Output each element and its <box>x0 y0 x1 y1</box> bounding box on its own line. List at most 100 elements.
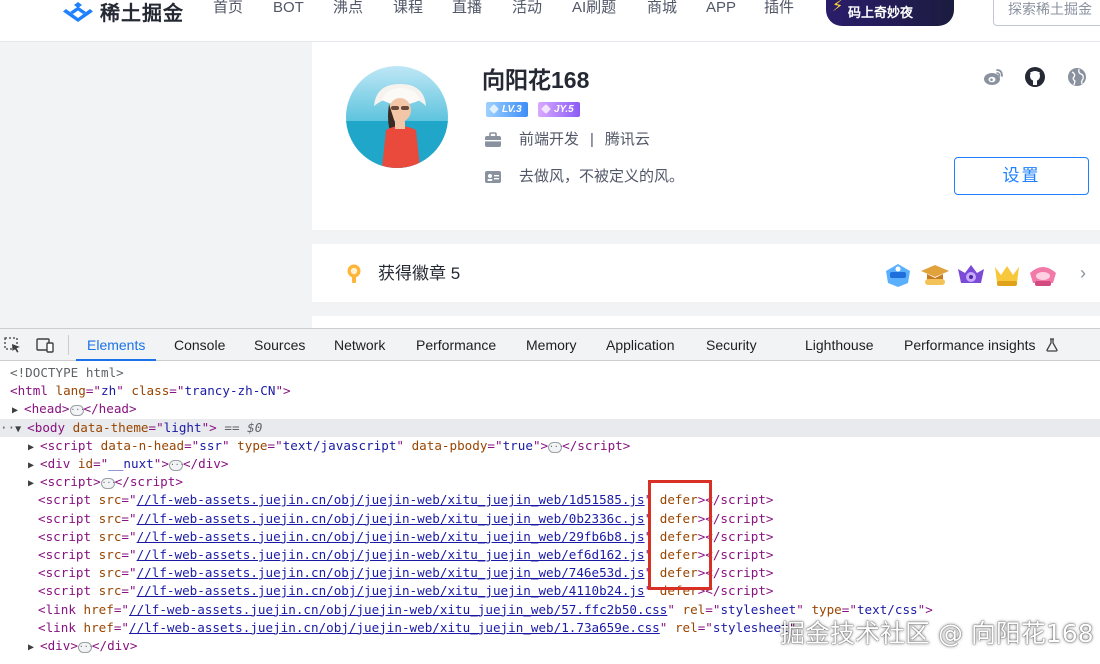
globe-icon[interactable] <box>1066 66 1088 88</box>
defer-attribute: defer <box>659 510 698 526</box>
script-src-node[interactable]: <script src="//lf-web-assets.juejin.cn/o… <box>0 582 1100 600</box>
jy-icon <box>541 104 551 114</box>
search-input[interactable]: 探索稀土掘金 <box>993 0 1100 26</box>
settings-button[interactable]: 设置 <box>954 157 1089 195</box>
body-node-selected[interactable]: ··▼ <body data-theme="light"> == $0 <box>0 418 1100 437</box>
badge-graduation-cap-icon[interactable] <box>919 261 951 289</box>
ellipsis-icon[interactable]: ··· <box>77 642 93 653</box>
nav-item-pins[interactable]: 沸点 <box>333 0 363 19</box>
script-src-node[interactable]: <script src="//lf-web-assets.juejin.cn/o… <box>0 528 1100 546</box>
promo-text: 码上奇妙夜 <box>848 5 914 20</box>
selected-node-marker: == $0 <box>224 419 263 435</box>
nav-item-live[interactable]: 直播 <box>452 0 482 19</box>
nav-item-home[interactable]: 首页 <box>213 0 243 19</box>
nav-item-bot[interactable]: BOT <box>273 0 304 19</box>
github-icon[interactable] <box>1024 66 1046 88</box>
tab-memory[interactable]: Memory <box>526 329 577 361</box>
ellipsis-icon[interactable]: ··· <box>548 441 564 453</box>
badges-card[interactable]: 获得徽章 5 › <box>312 244 1100 302</box>
script-src-link[interactable]: //lf-web-assets.juejin.cn/obj/juejin-web… <box>137 492 645 507</box>
head-node[interactable]: ▶ <head>···</head> <box>0 400 1100 418</box>
tab-sources[interactable]: Sources <box>254 329 305 361</box>
ellipsis-icon[interactable]: ··· <box>168 460 184 471</box>
tab-performance[interactable]: Performance <box>416 329 496 361</box>
defer-attribute: defer <box>659 528 698 544</box>
nav-item-events[interactable]: 活动 <box>512 0 542 19</box>
body-theme-value: light <box>163 419 202 435</box>
nav-item-app[interactable]: APP <box>706 0 736 19</box>
juejin-logo-icon <box>63 2 93 22</box>
nav-item-shop[interactable]: 商城 <box>647 0 677 19</box>
chevron-right-icon[interactable]: › <box>1080 263 1086 284</box>
doctype-text: <!DOCTYPE html> <box>10 365 124 380</box>
expand-triangle-icon[interactable]: ▶ <box>28 639 40 657</box>
jy-badge-text: JY.5 <box>554 104 574 115</box>
nuxt-div-node[interactable]: ▶ <div id="__nuxt">···</div> <box>0 455 1100 473</box>
n-head-value: ssr <box>199 437 222 453</box>
inspect-element-icon[interactable] <box>4 337 22 353</box>
medal-icon <box>347 264 361 283</box>
company-name: 腾讯云 <box>604 131 650 148</box>
defer-attribute: defer <box>659 547 698 562</box>
badge-pink-icon[interactable] <box>1027 261 1059 289</box>
script-type-value: text/javascript <box>282 437 397 453</box>
user-bio: 去做风，不被定义的风。 <box>519 168 685 185</box>
avatar[interactable] <box>346 66 448 168</box>
ellipsis-icon[interactable]: ··· <box>100 478 116 490</box>
tab-security[interactable]: Security <box>706 329 757 361</box>
badge-blue-icon[interactable] <box>882 261 914 289</box>
script-src-node[interactable]: <script src="//lf-web-assets.juejin.cn/o… <box>0 564 1100 582</box>
script-head-node[interactable]: ▶ <script data-n-head="ssr" type="text/ja… <box>0 437 1100 455</box>
script-src-node[interactable]: <script src="//lf-web-assets.juejin.cn/o… <box>0 546 1100 564</box>
script-src-link[interactable]: //lf-web-assets.juejin.cn/obj/juejin-web… <box>137 547 645 562</box>
script-src-link[interactable]: //lf-web-assets.juejin.cn/obj/juejin-web… <box>137 583 645 598</box>
script-src-link[interactable]: //lf-web-assets.juejin.cn/obj/juejin-web… <box>137 511 645 526</box>
tab-elements[interactable]: Elements <box>76 329 157 361</box>
rel-value: stylesheet <box>712 619 789 635</box>
html-class-value: trancy-zh-CN <box>184 383 276 399</box>
tab-network[interactable]: Network <box>334 329 385 361</box>
badge-gold-icon[interactable] <box>991 261 1023 289</box>
bio-row: 去做风，不被定义的风。 <box>484 167 684 187</box>
nav-item-courses[interactable]: 课程 <box>393 0 423 19</box>
script-src-link[interactable]: //lf-web-assets.juejin.cn/obj/juejin-web… <box>137 529 645 544</box>
nav-item-plugins[interactable]: 插件 <box>764 0 794 19</box>
pbody-value: true <box>502 437 533 453</box>
level-icon <box>489 104 499 114</box>
tab-application[interactable]: Application <box>606 329 675 361</box>
ellipsis-icon[interactable]: ··· <box>69 405 85 417</box>
html-node[interactable]: <html lang="zh" class="trancy-zh-CN"> <box>0 382 1100 400</box>
tab-console[interactable]: Console <box>174 329 225 361</box>
script-src-link[interactable]: //lf-web-assets.juejin.cn/obj/juejin-web… <box>137 565 645 580</box>
promo-banner[interactable]: ⚡ 码上奇妙夜 <box>826 0 954 26</box>
weibo-icon[interactable] <box>982 66 1004 88</box>
defer-attribute: defer <box>659 492 698 508</box>
lightning-icon: ⚡ <box>832 0 844 15</box>
app-root: 稀土掘金 首页 BOT 沸点 课程 直播 活动 AI刷题 商城 APP 插件 ⚡… <box>0 0 1100 664</box>
nav-item-ai-practice[interactable]: AI刷题 <box>572 0 616 19</box>
css-href-link[interactable]: //lf-web-assets.juejin.cn/obj/juejin-web… <box>129 602 667 617</box>
device-toolbar-icon[interactable] <box>36 337 54 353</box>
tab-performance-insights[interactable]: Performance insights <box>904 329 1036 361</box>
jy-badge[interactable]: JY.5 <box>538 102 580 117</box>
briefcase-icon <box>485 132 501 147</box>
badges-title: 获得徽章 5 <box>378 264 461 283</box>
script-inline-node[interactable]: ▶ <script>···</script> <box>0 473 1100 491</box>
css-href-link[interactable]: //lf-web-assets.juejin.cn/obj/juejin-web… <box>129 620 660 635</box>
devtools-tab-bar: Elements Console Sources Network Perform… <box>0 329 1100 361</box>
juejin-logo[interactable]: 稀土掘金 <box>62 0 184 28</box>
script-src-node[interactable]: <script src="//lf-web-assets.juejin.cn/o… <box>0 510 1100 528</box>
dots-icon: ·· <box>0 419 16 435</box>
tab-lighthouse[interactable]: Lighthouse <box>805 329 874 361</box>
job-separator: | <box>590 131 594 148</box>
defer-attribute: defer <box>659 565 698 581</box>
id-card-icon <box>485 171 501 183</box>
level-badge[interactable]: LV.3 <box>486 102 528 117</box>
logo-text: 稀土掘金 <box>100 2 184 25</box>
div-id-value: __nuxt <box>108 456 154 471</box>
top-nav: 稀土掘金 首页 BOT 沸点 课程 直播 活动 AI刷题 商城 APP 插件 ⚡… <box>0 0 1100 42</box>
badge-purple-icon[interactable] <box>955 261 987 289</box>
profile-card: 向阳花168 LV.3 JY.5 前端开发 | 腾讯云 去做风，不被定义的风。 <box>312 42 1100 230</box>
doctype-node[interactable]: <!DOCTYPE html> <box>0 364 1100 382</box>
script-src-node[interactable]: <script src="//lf-web-assets.juejin.cn/o… <box>0 491 1100 509</box>
